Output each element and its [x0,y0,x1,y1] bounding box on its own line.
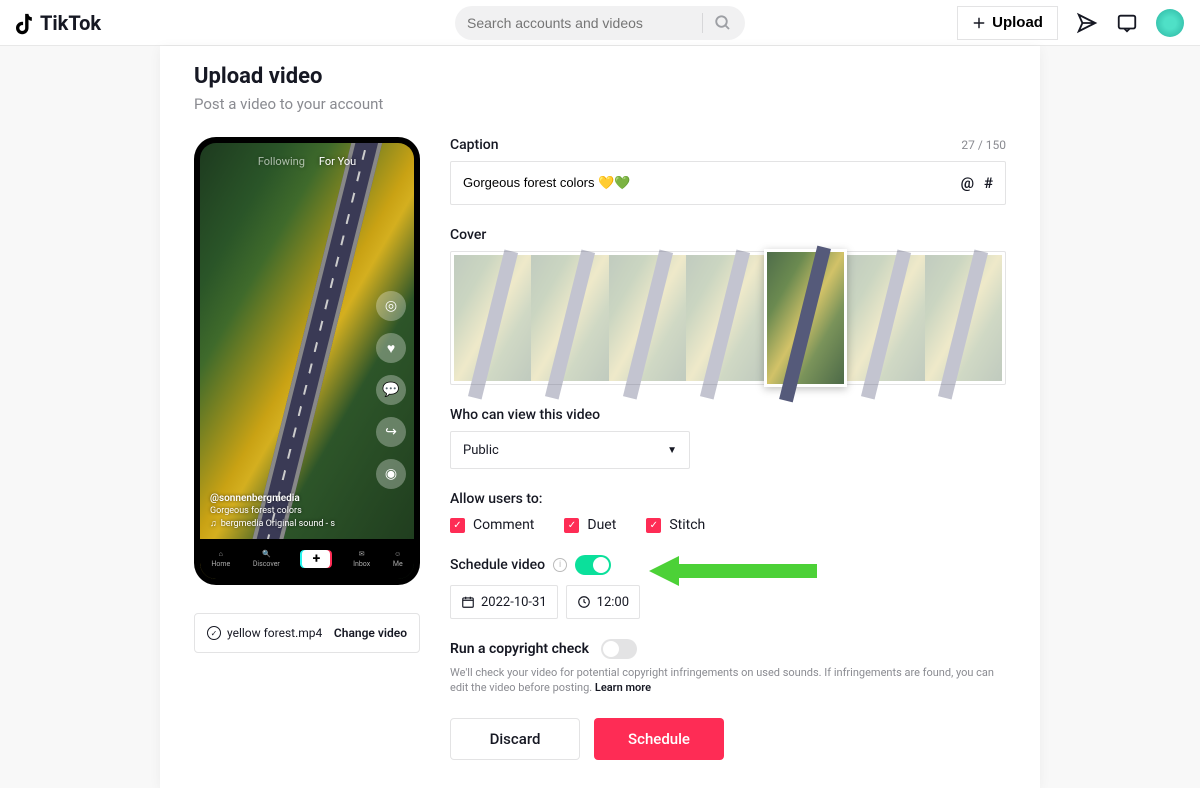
preview-nav-inbox: ✉Inbox [353,550,370,568]
cover-label: Cover [450,227,1006,243]
preview-caption-area: @sonnenbergmedia Gorgeous forest colors … [210,493,335,529]
chevron-down-icon: ▼ [667,445,677,456]
upload-label: Upload [992,14,1043,31]
send-icon[interactable] [1076,12,1098,34]
arrow-icon [649,551,819,591]
avatar[interactable] [1156,9,1184,37]
hashtag-button[interactable]: # [984,174,993,192]
schedule-toggle[interactable] [575,555,611,575]
caption-input[interactable] [463,176,961,191]
caption-input-box[interactable]: @ # [450,161,1006,205]
copyright-toggle[interactable] [601,639,637,659]
preview-tab-following: Following [258,155,305,168]
cover-frame[interactable] [531,255,608,381]
phone-preview: Following For You ◎ ♥ 💬 ↪ ◉ @sonnenbergm… [194,137,420,585]
preview-side-actions: ◎ ♥ 💬 ↪ ◉ [376,291,406,489]
page-body: Upload video Post a video to your accoun… [0,46,1200,788]
allow-comment-checkbox[interactable]: ✓Comment [450,517,534,533]
mention-button[interactable]: @ [961,174,974,192]
search-bar[interactable] [455,6,745,40]
preview-profile-icon: ◎ [376,291,406,321]
nav-right: Upload [957,6,1184,40]
preview-feed-tabs: Following For You [200,155,414,168]
file-info-row: ✓ yellow forest.mp4 Change video [194,613,420,653]
copyright-description: We'll check your video for potential cop… [450,665,1006,696]
cover-frame[interactable] [454,255,531,381]
privacy-select[interactable]: Public ▼ [450,431,690,469]
caption-counter: 27 / 150 [961,138,1006,152]
privacy-label: Who can view this video [450,407,1006,423]
learn-more-link[interactable]: Learn more [595,681,651,694]
preview-nav-home: ⌂Home [211,550,230,568]
cover-frame[interactable] [609,255,686,381]
plus-icon [972,16,986,30]
inbox-icon[interactable] [1116,12,1138,34]
phone-screen: Following For You ◎ ♥ 💬 ↪ ◉ @sonnenbergm… [200,143,414,579]
cover-frame-selected[interactable] [764,249,847,387]
preview-tab-foryou: For You [319,155,356,168]
uploaded-filename: yellow forest.mp4 [227,626,328,640]
cover-frame[interactable] [925,255,1002,381]
preview-column: Following For You ◎ ♥ 💬 ↪ ◉ @sonnenbergm… [194,137,420,760]
upload-button[interactable]: Upload [957,6,1058,40]
preview-share-icon: ↪ [376,417,406,447]
tiktok-icon [16,11,36,35]
schedule-date-input[interactable]: 2022-10-31 [450,585,558,619]
caption-label: Caption [450,137,499,153]
schedule-time-input[interactable]: 12:00 [566,585,640,619]
brand-text: TikTok [40,11,101,35]
allow-label: Allow users to: [450,491,1006,507]
info-icon[interactable]: i [553,558,567,572]
page-title: Upload video [194,64,1006,89]
preview-nav-me: ☺Me [393,550,403,568]
discard-button[interactable]: Discard [450,718,580,760]
cover-frame[interactable] [686,255,763,381]
cover-frame[interactable] [847,255,924,381]
preview-comment-icon: 💬 [376,375,406,405]
checkbox-checked-icon: ✓ [646,518,661,533]
calendar-icon [461,595,475,609]
cover-selector[interactable] [450,251,1006,385]
clock-icon [577,595,591,609]
allow-duet-checkbox[interactable]: ✓Duet [564,517,616,533]
allow-stitch-checkbox[interactable]: ✓Stitch [646,517,705,533]
checkbox-checked-icon: ✓ [564,518,579,533]
checkbox-checked-icon: ✓ [450,518,465,533]
preview-sound-disc-icon: ◉ [376,459,406,489]
preview-nav-discover: 🔍Discover [253,550,280,568]
preview-like-icon: ♥ [376,333,406,363]
upload-card: Upload video Post a video to your accoun… [160,46,1040,788]
tiktok-logo[interactable]: TikTok [16,11,101,35]
schedule-label: Schedule video [450,557,545,573]
search-divider [702,13,703,33]
search-input[interactable] [467,15,692,31]
page-subtitle: Post a video to your account [194,95,1006,113]
schedule-button[interactable]: Schedule [594,718,724,760]
copyright-label: Run a copyright check [450,641,589,657]
preview-caption: Gorgeous forest colors [210,506,335,516]
preview-nav-create: + [302,550,330,568]
search-icon[interactable] [713,13,733,33]
change-video-button[interactable]: Change video [334,626,407,640]
preview-bottom-bar: ⌂Home 🔍Discover + ✉Inbox ☺Me [200,539,414,579]
form-column: Caption 27 / 150 @ # Cover [450,137,1006,760]
preview-username: @sonnenbergmedia [210,493,335,504]
preview-sound: ♫bergmedia Original sound - s [210,518,335,529]
check-circle-icon: ✓ [207,626,221,640]
top-nav: TikTok Upload [0,0,1200,46]
privacy-value: Public [463,443,499,458]
